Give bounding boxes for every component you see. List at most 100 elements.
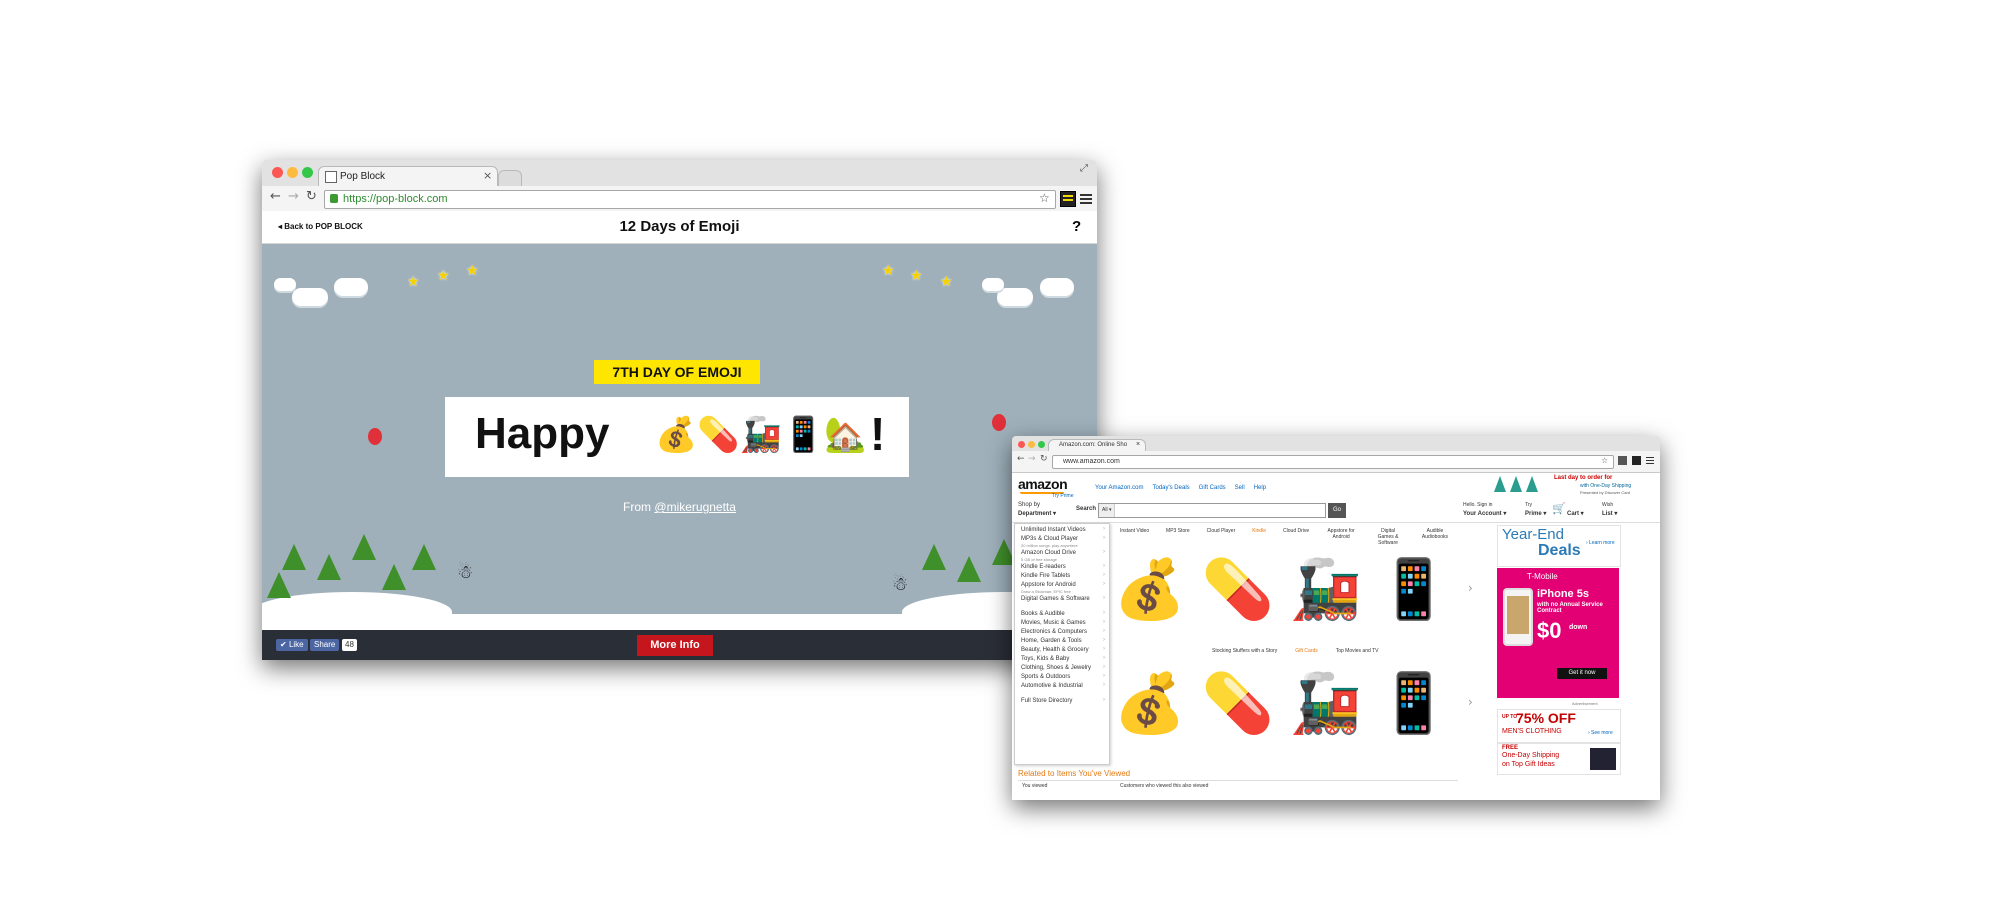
subnav-item[interactable]: Cloud Player (1207, 528, 1236, 546)
caption[interactable]: Stocking Stuffers with a Story (1212, 648, 1277, 654)
caption[interactable]: Gift Cards (1295, 648, 1318, 654)
more-info-button[interactable]: More Info (637, 635, 713, 656)
amazon-logo[interactable]: amazon (1018, 476, 1068, 492)
browser-menu-icon[interactable] (1646, 457, 1654, 458)
search-go-button[interactable]: Go (1328, 503, 1346, 518)
your-account-menu[interactable]: Your Account ▾ (1463, 510, 1506, 517)
sidebar-item[interactable]: Movies, Music & Games › (1021, 619, 1107, 627)
reload-icon[interactable]: ↻ (306, 189, 317, 204)
top-nav-item[interactable]: Help (1254, 485, 1266, 491)
sidebar-item-sub: 20 million songs, play anywhere (1021, 543, 1078, 548)
back-arrow-icon[interactable]: ← (270, 189, 281, 204)
wish-list-menu[interactable]: List ▾ (1602, 510, 1617, 517)
train-emoji[interactable]: 🚂 (1286, 663, 1366, 743)
minimize-window-button[interactable] (287, 167, 298, 178)
tab-close-icon[interactable]: × (483, 169, 492, 182)
reload-icon[interactable]: ↻ (1040, 454, 1048, 464)
back-arrow-icon[interactable]: ← (1017, 454, 1025, 464)
address-bar[interactable]: https://pop-block.com ☆ (324, 190, 1056, 209)
sidebar-item[interactable]: Toys, Kids & Baby › (1021, 655, 1107, 663)
browser-tab-pop-block[interactable]: Pop Block × (318, 166, 498, 187)
forward-arrow-icon[interactable]: → (1028, 454, 1036, 464)
minimize-window-button[interactable] (1028, 441, 1035, 448)
chevron-right-icon: › (1103, 628, 1105, 634)
author-link[interactable]: @mikerugnetta (654, 500, 736, 514)
subnav-item[interactable]: Digital Games & Software (1373, 528, 1403, 546)
carousel-next-icon[interactable]: › (1468, 695, 1473, 709)
learn-more-link[interactable]: › Learn more (1586, 540, 1615, 546)
sidebar-item[interactable]: Automotive & Industrial › (1021, 682, 1107, 690)
money-bag-emoji[interactable]: 💰 (1110, 663, 1190, 743)
address-bar[interactable]: www.amazon.com ☆ (1052, 455, 1614, 469)
top-nav-item[interactable]: Sell (1235, 485, 1245, 491)
subnav-item[interactable]: Cloud Drive (1283, 528, 1309, 546)
pill-emoji[interactable]: 💊 (1198, 663, 1278, 743)
department-menu[interactable]: Department ▾ (1018, 510, 1056, 517)
forward-arrow-icon[interactable]: → (288, 189, 299, 204)
holiday-promo-banner[interactable]: Last day to order for with One-Day Shipp… (1492, 474, 1654, 498)
star-icon: ★ (437, 268, 450, 284)
sidebar-item[interactable]: Amazon Cloud Drive 5 GB of free storage › (1021, 549, 1107, 562)
get-it-now-button[interactable]: Get it now (1557, 668, 1607, 679)
close-window-button[interactable] (272, 167, 283, 178)
tree-icon (1526, 476, 1538, 492)
subnav-item[interactable]: Appstore for Android (1326, 528, 1356, 546)
sidebar-item[interactable]: MP3s & Cloud Player 20 million songs, pla… (1021, 535, 1107, 548)
sidebar-item[interactable]: Clothing, Shoes & Jewelry › (1021, 664, 1107, 672)
train-emoji[interactable]: 🚂 (1286, 549, 1366, 629)
top-nav-item[interactable]: Today's Deals (1152, 485, 1189, 491)
top-nav-item[interactable]: Gift Cards (1199, 485, 1226, 491)
browser-menu-icon[interactable] (1080, 194, 1092, 196)
sidebar-item[interactable]: Electronics & Computers › (1021, 628, 1107, 636)
sidebar-item-label: Movies, Music & Games (1021, 620, 1086, 626)
chevron-right-icon: › (1103, 673, 1105, 679)
carousel-next-icon[interactable]: › (1468, 581, 1473, 595)
caption[interactable]: Top Movies and TV (1336, 648, 1379, 654)
bookmark-star-icon[interactable]: ☆ (1039, 191, 1050, 205)
facebook-like-button[interactable]: ✔ Like (276, 639, 308, 651)
see-more-link[interactable]: › See more (1588, 730, 1613, 736)
sidebar-item[interactable]: Kindle Fire Tablets › (1021, 572, 1107, 580)
extension-icon[interactable] (1060, 191, 1076, 207)
close-window-button[interactable] (1018, 441, 1025, 448)
help-button[interactable]: ? (1072, 218, 1081, 235)
subnav-item[interactable]: Audible Audiobooks (1420, 528, 1450, 546)
fullscreen-icon[interactable]: ⤢ (1080, 163, 1088, 174)
t-mobile-ad[interactable]: T-Mobile iPhone 5s with no Annual Servic… (1497, 568, 1619, 698)
maximize-window-button[interactable] (1038, 441, 1045, 448)
sidebar-item[interactable]: Home, Garden & Tools › (1021, 637, 1107, 645)
sidebar-item[interactable]: Full Store Directory › (1021, 697, 1107, 705)
sidebar-item[interactable]: Digital Games & Software › (1021, 595, 1107, 603)
subnav-item[interactable]: MP3 Store (1166, 528, 1190, 546)
maximize-window-button[interactable] (302, 167, 313, 178)
money-bag-emoji[interactable]: 💰 (1110, 549, 1190, 629)
sidebar-item[interactable]: Appstore for Android Draw a Stickman: EPI… (1021, 581, 1107, 594)
sidebar-item[interactable]: Books & Audible › (1021, 610, 1107, 618)
subnav-item[interactable]: Instant Video (1120, 528, 1149, 546)
sidebar-item[interactable]: Kindle E-readers › (1021, 563, 1107, 571)
related-col-2: Customers who viewed this also viewed (1120, 783, 1209, 789)
free-shipping-ad[interactable]: FREE One-Day Shipping on Top Gift Ideas (1497, 743, 1621, 775)
top-nav-item[interactable]: Your Amazon.com (1095, 485, 1143, 491)
pill-emoji[interactable]: 💊 (1198, 549, 1278, 629)
search-scope-select[interactable]: All ▾ (1099, 504, 1116, 517)
new-tab-button[interactable] (498, 170, 522, 187)
phone-emoji[interactable]: 📱 (1374, 663, 1454, 743)
year-end-deals-ad[interactable]: Year-End Deals › Learn more (1497, 525, 1621, 567)
extension-icon[interactable] (1632, 456, 1641, 465)
try-prime-link[interactable]: Try Prime (1052, 493, 1073, 499)
sidebar-item[interactable]: Unlimited Instant Videos › (1021, 526, 1107, 534)
tab-close-icon[interactable]: × (1136, 441, 1140, 448)
search-input[interactable]: All ▾ (1098, 503, 1326, 518)
sidebar-item[interactable]: Beauty, Health & Grocery › (1021, 646, 1107, 654)
sidebar-item[interactable]: Sports & Outdoors › (1021, 673, 1107, 681)
facebook-share-button[interactable]: Share (310, 639, 340, 651)
sale-ad[interactable]: UP TO 75% OFF MEN'S CLOTHING › See more (1497, 709, 1621, 743)
bookmark-star-icon[interactable]: ☆ (1601, 456, 1608, 465)
subnav-item[interactable]: Kindle (1252, 528, 1266, 546)
cart-icon[interactable]: 🛒 (1552, 502, 1566, 515)
extension-icon[interactable] (1618, 456, 1627, 465)
cart-menu[interactable]: Cart ▾ (1567, 510, 1584, 517)
phone-emoji[interactable]: 📱 (1374, 549, 1454, 629)
prime-menu[interactable]: Prime ▾ (1525, 510, 1546, 517)
